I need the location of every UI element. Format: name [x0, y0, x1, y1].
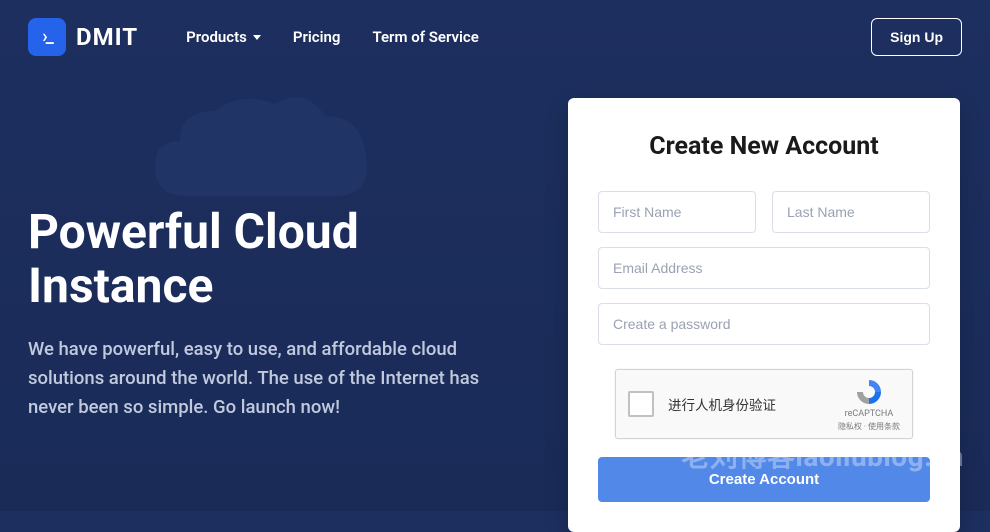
terminal-icon — [28, 18, 66, 56]
recaptcha-widget[interactable]: 进行人机身份验证 reCAPTCHA 隐私权 · 使用条款 — [615, 369, 913, 439]
signup-button[interactable]: Sign Up — [871, 18, 962, 56]
signup-card: Create New Account 进行人机身份验证 reCAPTCHA 隐私… — [568, 98, 960, 532]
recaptcha-checkbox[interactable] — [628, 391, 654, 417]
last-name-field[interactable] — [772, 191, 930, 233]
nav-pricing-label: Pricing — [293, 28, 341, 46]
hero-subtitle: We have powerful, easy to use, and affor… — [28, 335, 508, 423]
cloud-decoration — [145, 86, 375, 196]
nav-links: Products Pricing Term of Service — [186, 28, 479, 46]
recaptcha-icon — [854, 377, 884, 407]
recaptcha-brand: reCAPTCHA — [845, 409, 894, 419]
nav-terms-label: Term of Service — [372, 28, 478, 46]
password-field[interactable] — [598, 303, 930, 345]
recaptcha-branding: reCAPTCHA 隐私权 · 使用条款 — [838, 377, 900, 432]
navbar: DMIT Products Pricing Term of Service Si… — [0, 0, 990, 74]
first-name-field[interactable] — [598, 191, 756, 233]
hero-section: Powerful Cloud Instance We have powerful… — [28, 205, 508, 422]
chevron-down-icon — [253, 35, 261, 40]
nav-pricing[interactable]: Pricing — [293, 28, 341, 46]
signup-card-title: Create New Account — [598, 132, 930, 161]
nav-products[interactable]: Products — [186, 28, 261, 46]
create-account-button[interactable]: Create Account — [598, 457, 930, 502]
logo-text: DMIT — [76, 23, 138, 51]
recaptcha-terms: 隐私权 · 使用条款 — [838, 421, 900, 432]
logo[interactable]: DMIT — [28, 18, 138, 56]
hero-title: Powerful Cloud Instance — [28, 205, 508, 313]
nav-terms[interactable]: Term of Service — [372, 28, 478, 46]
email-field[interactable] — [598, 247, 930, 289]
nav-products-label: Products — [186, 28, 247, 46]
recaptcha-label: 进行人机身份验证 — [668, 394, 838, 414]
